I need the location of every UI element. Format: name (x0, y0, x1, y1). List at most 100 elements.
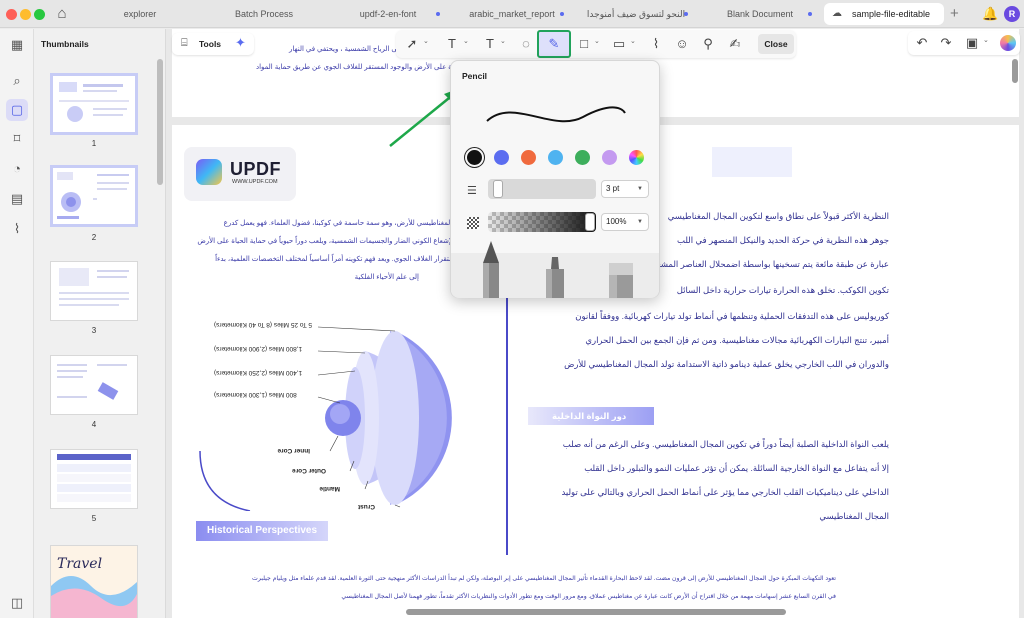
right-paragraph-line: الداخلي على ديناميكيات القلب الخارجي مما… (561, 487, 889, 497)
undo-icon[interactable]: ↶ (914, 34, 930, 52)
tools-button[interactable]: ⌸ Tools ✦ (172, 33, 254, 55)
rectangle-icon[interactable]: □ (576, 35, 592, 53)
home-icon[interactable]: ⌂ (54, 6, 70, 22)
horizontal-scrollbar[interactable] (406, 609, 786, 615)
chevron-down-icon[interactable]: ⌄ (500, 37, 506, 45)
thickness-dropdown[interactable]: 3 pt ▼ (601, 180, 649, 198)
tab-batch-process[interactable]: Batch Process (204, 3, 324, 25)
marker-tip-icon[interactable] (543, 257, 567, 298)
right-paragraph-line: والدوران في اللب الخارجي يخلق عملية دينا… (564, 359, 889, 369)
search-icon[interactable]: ⌕ (9, 73, 25, 89)
thumbnail-page[interactable] (50, 73, 138, 135)
tab-label: arabic_market_report (469, 9, 555, 19)
close-window-button[interactable] (6, 9, 17, 20)
thumbnail-page[interactable] (50, 165, 138, 227)
thickness-value: 3 pt (606, 184, 620, 193)
zoom-window-button[interactable] (34, 9, 45, 20)
bottom-paragraph-line: في القرن السابع عشر إسهامات مهمة من خلال… (341, 593, 836, 600)
opacity-slider[interactable] (488, 212, 596, 232)
left-paragraph-line: يعد المجال المغناطيسي للأرض، وهو سمة حاس… (223, 220, 485, 227)
tab-arabic-doc[interactable]: النحو لتسوق ضيف أمنوجدا (576, 3, 696, 25)
thumbnail-page[interactable] (50, 261, 138, 321)
updf-logo: UPDF WWW.UPDF.COM (184, 147, 296, 201)
save-icon[interactable]: ▣ (964, 34, 980, 52)
tab-blank-document[interactable]: Blank Document (700, 3, 820, 25)
tab-sample-file-editable[interactable]: ☁ sample-file-editable (824, 3, 944, 25)
tab-arabic-market-report[interactable]: arabic_market_report (452, 3, 572, 25)
bell-icon[interactable]: 🔔 (982, 6, 998, 22)
signature-icon[interactable]: ✍ (726, 35, 744, 53)
attachment-icon[interactable]: ⌇ (9, 221, 25, 237)
layer-distance-label: 800 Miles (1,300 Kilometers) (214, 391, 297, 398)
thumbnail-number: 3 (91, 326, 97, 335)
ai-sparkle-icon[interactable]: ✦ (235, 35, 246, 51)
avatar[interactable]: R (1004, 6, 1020, 22)
sticker-icon[interactable]: ☺ (674, 35, 690, 53)
thumbnails-panel: Thumbnails 1 2 3 4 5 Travel (34, 29, 166, 618)
layer-distance-label: 1,400 Miles (2,250 Kilometers) (214, 369, 302, 376)
layer-name-label: Outer Core (292, 467, 326, 474)
tab-updf-2-en-font[interactable]: updf-2-en-font (328, 3, 448, 25)
grid-icon[interactable]: ▦ (9, 37, 25, 53)
layer-name-label: Inner Core (277, 447, 310, 454)
thumbnail-number: 1 (91, 139, 97, 148)
chevron-down-icon[interactable]: ⌄ (594, 37, 600, 45)
right-paragraph-line: إلا أنه يتفاعل مع النواة الخارجية السائل… (584, 463, 889, 473)
chevron-down-icon[interactable]: ⌄ (423, 37, 429, 45)
stroke-preview (486, 106, 626, 123)
color-swatch-lavender[interactable] (602, 150, 617, 165)
stamp-bar-icon[interactable]: ▭ (610, 35, 628, 53)
layout-icon[interactable]: ◫ (9, 595, 25, 611)
select-arrow-icon[interactable]: ➚ (404, 35, 420, 53)
text-box-icon[interactable]: T (482, 35, 498, 53)
left-rail: ▦ ⌕ ▢ ⌑ ◔ ▤ ⌇ ◫ (0, 29, 34, 618)
new-tab-button[interactable]: + (950, 5, 959, 22)
paperclip-icon[interactable]: ⌇ (648, 35, 664, 53)
color-swatch-black[interactable] (467, 150, 482, 165)
eraser-tip-icon[interactable] (607, 263, 635, 298)
right-toolbar: ↶ ↷ ▣ ⌄ (908, 31, 1020, 55)
unsaved-dot (560, 12, 564, 16)
right-paragraph-line: يلعب النواة الداخلية الصلبة أيضاً دوراً … (562, 439, 889, 449)
tab-label: Blank Document (726, 9, 794, 19)
right-paragraph-line: كوريوليس على هذه التدفقات الحملية وتنظمه… (575, 311, 889, 321)
bottom-paragraph-line: تعود التكهنات المبكرة حول المجال المغناط… (252, 575, 836, 582)
thumbnail-page[interactable] (50, 355, 138, 415)
chevron-down-icon[interactable]: ⌄ (630, 37, 636, 45)
pencil-tip-icon[interactable] (479, 241, 503, 298)
color-picker-rainbow[interactable] (629, 150, 644, 165)
chevron-down-icon: ▼ (637, 219, 643, 225)
layer-name-label: Mantle (319, 485, 340, 492)
bookmark-icon[interactable]: ⌑ (9, 131, 25, 147)
thumbnails-icon[interactable]: ▢ (6, 99, 28, 121)
vertical-scrollbar[interactable] (1012, 59, 1018, 83)
thumbnail-page[interactable]: Travel (50, 545, 138, 618)
color-swatch-green[interactable] (575, 150, 590, 165)
minimize-window-button[interactable] (20, 9, 31, 20)
color-swatch-light-blue[interactable] (548, 150, 563, 165)
text-underline-icon[interactable]: T (444, 35, 460, 53)
color-swatch-orange[interactable] (521, 150, 536, 165)
chevron-down-icon[interactable]: ⌄ (983, 36, 989, 44)
tab-explorer[interactable]: explorer (80, 3, 200, 25)
opacity-slider-knob[interactable] (585, 213, 595, 231)
opacity-dropdown[interactable]: 100% ▼ (601, 213, 649, 231)
layers-icon[interactable]: ▤ (9, 191, 25, 207)
thumbnail-page[interactable] (50, 449, 138, 509)
header-strip (712, 147, 792, 177)
comment-icon[interactable]: ◔ (9, 161, 25, 177)
comment-bubble-icon[interactable]: ◌ (518, 35, 534, 53)
chevron-down-icon: ▼ (637, 186, 643, 192)
redo-icon[interactable]: ↷ (938, 34, 954, 52)
thickness-slider[interactable] (488, 179, 596, 199)
stamp-icon[interactable]: ⚲ (700, 35, 716, 53)
chevron-down-icon[interactable]: ⌄ (463, 37, 469, 45)
color-swatch-blue[interactable] (494, 150, 509, 165)
thumbnails-scrollbar[interactable] (157, 59, 163, 185)
close-button[interactable]: Close (758, 34, 794, 54)
historical-heading: Historical Perspectives (207, 525, 318, 536)
thickness-slider-knob[interactable] (493, 180, 503, 198)
ai-assistant-icon[interactable] (1000, 35, 1016, 51)
pencil-tool-button[interactable]: ✎ (537, 30, 571, 58)
annotation-toolbar: ➚ ⌄ T ⌄ T ⌄ ◌ ✎ □ ⌄ ▭ ⌄ ⌇ ☺ ⚲ ✍ Close (396, 30, 796, 58)
